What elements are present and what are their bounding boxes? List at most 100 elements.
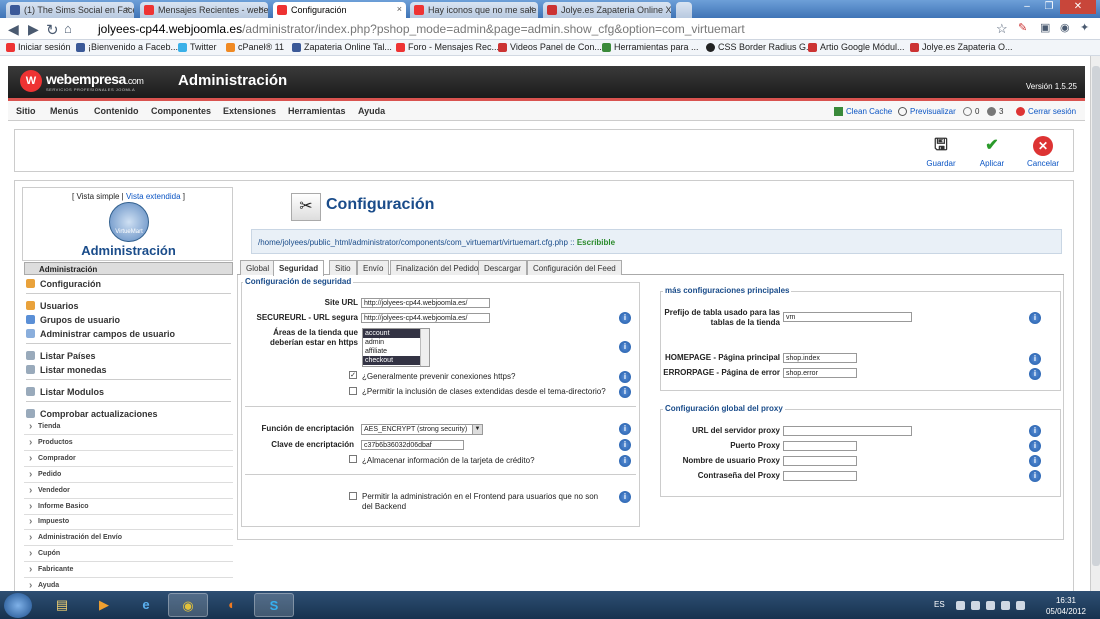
logout-link[interactable]: Cerrar sesión — [1016, 107, 1076, 116]
firefox-icon[interactable]: ◐ — [212, 593, 252, 617]
sidebar-category[interactable]: Cupón — [24, 547, 233, 562]
info-icon[interactable]: i — [1029, 470, 1041, 482]
start-button[interactable] — [4, 593, 32, 618]
close-icon[interactable]: × — [397, 4, 402, 14]
proxy-user-input[interactable] — [783, 456, 857, 466]
page-scrollbar[interactable] — [1090, 56, 1100, 591]
tab-finalizacion[interactable]: Finalización del Pedido — [390, 260, 485, 275]
menu-herramientas[interactable]: Herramientas — [288, 106, 346, 116]
encryption-key-input[interactable]: c37b6b36032d06dbaf — [361, 440, 464, 450]
sidebar-category[interactable]: Administración del Envío — [24, 531, 233, 546]
sidebar-item-paises[interactable]: Listar Países — [26, 351, 96, 361]
sidebar-item-grupos[interactable]: Grupos de usuario — [26, 315, 120, 325]
users-count[interactable]: 3 — [987, 107, 1003, 116]
info-icon[interactable]: i — [619, 455, 631, 467]
back-icon[interactable]: ◀ — [8, 21, 19, 38]
sidebar-category[interactable]: Informe Basico — [24, 500, 233, 515]
sidebar-section-header[interactable]: Administración — [24, 262, 233, 275]
bookmark[interactable]: Videos Panel de Con... — [498, 42, 602, 52]
info-icon[interactable]: i — [619, 312, 631, 324]
info-icon[interactable]: i — [1029, 425, 1041, 437]
sidebar-category[interactable]: Comprador — [24, 452, 233, 467]
tray-arrow-icon[interactable] — [956, 601, 965, 610]
maximize-icon[interactable]: ❐ — [1038, 0, 1060, 14]
url-input[interactable]: jolyees-cp44.webjoomla.es/administrator/… — [82, 20, 1012, 38]
tray-app-icon[interactable] — [986, 601, 995, 610]
browser-tab-iconos[interactable]: Hay iconos que no me sale × — [410, 2, 538, 18]
listbox-scrollbar[interactable] — [420, 329, 429, 366]
sidebar-item-usuarios[interactable]: Usuarios — [26, 301, 79, 311]
sidebar-item-monedas[interactable]: Listar monedas — [26, 365, 107, 375]
tab-sitio[interactable]: Sitio — [329, 260, 357, 275]
messages-count[interactable]: 0 — [963, 107, 979, 116]
sidebar-category[interactable]: Impuesto — [24, 515, 233, 530]
sidebar-item-actualizaciones[interactable]: Comprobar actualizaciones — [26, 409, 158, 419]
wrench-icon[interactable]: ✦ — [1080, 21, 1089, 34]
sidebar-item-campos[interactable]: Administrar campos de usuario — [26, 329, 175, 339]
sidebar-category[interactable]: Productos — [24, 436, 233, 451]
extended-classes-checkbox[interactable] — [349, 387, 357, 395]
close-window-icon[interactable]: ✕ — [1060, 0, 1096, 14]
bookmark[interactable]: CSS Border Radius G... — [706, 42, 814, 52]
homepage-input[interactable]: shop.index — [783, 353, 857, 363]
bookmark[interactable]: Twitter — [178, 42, 217, 52]
encryption-func-select[interactable]: AES_ENCRYPT (strong security) ▼ — [361, 424, 483, 435]
info-icon[interactable]: i — [1029, 368, 1041, 380]
bookmark[interactable]: Iniciar sesión — [6, 42, 71, 52]
bookmark[interactable]: Zapateria Online Tal... — [292, 42, 392, 52]
close-icon[interactable]: × — [125, 4, 130, 14]
view-extended-link[interactable]: Vista extendida — [126, 192, 181, 201]
info-icon[interactable]: i — [1029, 440, 1041, 452]
tab-envio[interactable]: Envío — [357, 260, 390, 275]
info-icon[interactable]: i — [619, 423, 631, 435]
save-button[interactable]: 🖫 Guardar — [921, 136, 961, 168]
bookmark[interactable]: Jolye.es Zapateria O... — [910, 42, 1013, 52]
menu-extensiones[interactable]: Extensiones — [223, 106, 276, 116]
browser-tab-configuracion[interactable]: Configuración × — [273, 2, 406, 18]
info-icon[interactable]: i — [1029, 312, 1041, 324]
table-prefix-input[interactable]: vm — [783, 312, 912, 322]
preview-link[interactable]: Previsualizar — [898, 107, 956, 116]
store-cc-checkbox[interactable] — [349, 455, 357, 463]
tab-feed[interactable]: Configuración del Feed — [527, 260, 622, 275]
info-icon[interactable]: i — [619, 341, 631, 353]
extension-icon[interactable]: ◉ — [1060, 21, 1070, 34]
explorer-icon[interactable]: ▤ — [42, 593, 82, 617]
cancel-button[interactable]: ✕ Cancelar — [1023, 136, 1063, 168]
extension-icon[interactable]: ▣ — [1040, 21, 1050, 34]
https-areas-select[interactable]: account admin affiliate checkout — [362, 328, 430, 367]
tab-seguridad[interactable]: Seguridad — [273, 260, 325, 276]
browser-tab-sims[interactable]: (1) The Sims Social en Faceb × — [6, 2, 134, 18]
sidebar-category[interactable]: Fabricante — [24, 563, 233, 578]
taskbar-clock[interactable]: 16:31 05/04/2012 — [1046, 595, 1086, 617]
language-indicator[interactable]: ES — [934, 600, 945, 609]
media-player-icon[interactable]: ▶ — [84, 593, 124, 617]
chrome-icon[interactable]: ◉ — [168, 593, 208, 617]
reload-icon[interactable]: ↻ — [46, 21, 59, 39]
info-icon[interactable]: i — [619, 386, 631, 398]
bookmark[interactable]: Artio Google Módul... — [808, 42, 905, 52]
menu-sitio[interactable]: Sitio — [16, 106, 36, 116]
bookmark[interactable]: Foro - Mensajes Rec... — [396, 42, 499, 52]
sidebar-category[interactable]: Tienda — [24, 420, 233, 435]
sidebar-item-configuracion[interactable]: Configuración — [26, 279, 101, 289]
browser-tab-jolye[interactable]: Jolye.es Zapateria Online X — [543, 2, 671, 18]
bookmark[interactable]: Herramientas para ... — [602, 42, 699, 52]
browser-tab-mensajes[interactable]: Mensajes Recientes - webe × — [140, 2, 268, 18]
tab-descargar[interactable]: Descargar — [478, 260, 527, 275]
skype-icon[interactable]: S — [254, 593, 294, 617]
sidebar-category[interactable]: Vendedor — [24, 484, 233, 499]
tray-volume-icon[interactable] — [1016, 601, 1025, 610]
internet-explorer-icon[interactable]: e — [126, 593, 166, 617]
tray-app-icon[interactable] — [971, 601, 980, 610]
scrollbar-thumb[interactable] — [1092, 66, 1100, 566]
proxy-url-input[interactable] — [783, 426, 912, 436]
clean-cache-link[interactable]: Clean Cache — [834, 107, 892, 116]
close-icon[interactable]: × — [529, 4, 534, 14]
sidebar-item-modulos[interactable]: Listar Modulos — [26, 387, 104, 397]
secure-url-input[interactable]: http://jolyees-cp44.webjoomla.es/ — [361, 313, 490, 323]
menu-menus[interactable]: Menús — [50, 106, 79, 116]
tray-network-icon[interactable] — [1001, 601, 1010, 610]
menu-componentes[interactable]: Componentes — [151, 106, 211, 116]
errorpage-input[interactable]: shop.error — [783, 368, 857, 378]
